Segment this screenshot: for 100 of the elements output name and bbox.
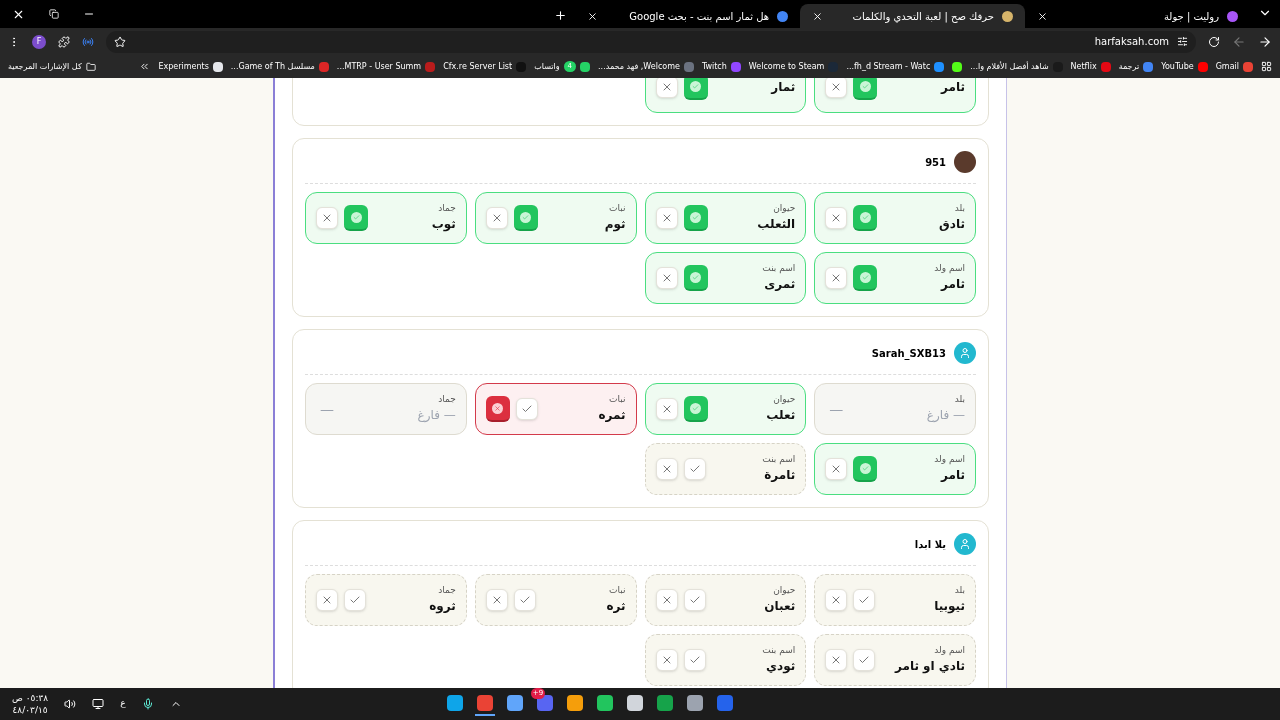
reject-button[interactable] [655, 589, 678, 611]
reject-button[interactable] [655, 267, 678, 289]
bookmark[interactable]: Gmail [1215, 60, 1253, 73]
reject-button[interactable] [485, 207, 508, 229]
answer-text: ثادق [939, 216, 965, 233]
accepted-button[interactable] [344, 205, 368, 231]
close-icon [321, 212, 333, 224]
bookmark[interactable]: شاهد أفضل الأفلام وا... [970, 60, 1063, 73]
tab-title: هل ثمار اسم بنت - بحث Google [628, 9, 769, 24]
empty-dash: — [319, 400, 335, 419]
player-name: Sarah_SXB13 [871, 346, 946, 361]
reject-button[interactable] [825, 78, 848, 98]
accepted-button[interactable] [853, 456, 878, 482]
address-bar[interactable]: harfaksah.com [106, 30, 1196, 53]
accepted-button[interactable] [683, 78, 708, 100]
extension-icon[interactable] [82, 35, 94, 48]
bookmark[interactable]: YouTube [1161, 60, 1208, 73]
accepted-button[interactable] [683, 396, 708, 422]
accepted-button[interactable] [683, 205, 708, 231]
reject-button[interactable] [825, 207, 848, 229]
reject-button[interactable] [316, 207, 338, 229]
bookmark-label: شاهد أفضل الأفلام وا... [970, 60, 1049, 73]
accepted-button[interactable] [683, 265, 708, 291]
bookmark-favicon-icon[interactable] [952, 61, 963, 72]
answer-text: ثامر [941, 467, 965, 484]
check-icon [858, 594, 871, 606]
bookmark[interactable]: Cfx.re Server List [443, 60, 527, 73]
accepted-button[interactable] [853, 205, 878, 231]
bookmark[interactable]: Welcome to Steam [748, 60, 839, 73]
site-settings-icon[interactable] [1177, 36, 1188, 47]
answer-text: ثمره [598, 407, 626, 424]
close-icon[interactable] [812, 10, 823, 22]
reload-icon[interactable] [1208, 35, 1220, 48]
bookmark[interactable]: Experiments [158, 60, 223, 73]
category-label: بلد [954, 202, 965, 214]
reject-button[interactable] [825, 649, 848, 671]
clock-date: ٤٨/٠٣/١٥ [12, 704, 48, 716]
reject-button[interactable] [655, 458, 678, 480]
reject-button[interactable] [655, 207, 678, 229]
user-avatar-icon [954, 533, 976, 555]
language-indicator[interactable]: ع [120, 697, 126, 711]
category-label: اسم بنت [762, 453, 796, 465]
answer-text: ثوب [431, 216, 456, 234]
answer-text: ثامر [941, 79, 965, 96]
bookmark-star-icon[interactable] [114, 35, 126, 48]
all-bookmarks-button[interactable]: كل الإشارات المرجعية [8, 60, 96, 73]
browser-tab[interactable]: هل ثمار اسم بنت - بحث Google [575, 4, 800, 28]
back-icon[interactable] [1258, 34, 1272, 49]
bookmark-label: YouTube [1161, 60, 1194, 73]
bookmark-label: واتساب [534, 60, 560, 73]
answer-text: ثعبان [764, 598, 796, 615]
more-bookmarks-icon[interactable] [139, 61, 151, 72]
reject-button[interactable] [825, 589, 848, 611]
browser-tab[interactable]: حرفك صح | لعبة التحدي والكلمات [800, 4, 1025, 28]
tab-title: حرفك صح | لعبة التحدي والكلمات [851, 9, 994, 24]
bookmark-label: Cfx.re Server List [443, 60, 513, 73]
accepted-button[interactable] [853, 78, 878, 100]
category-label: جماد [438, 393, 456, 405]
new-tab-icon[interactable] [554, 9, 567, 22]
close-icon[interactable] [1037, 10, 1048, 22]
bookmark[interactable]: Twitch [701, 60, 741, 73]
tab-title: روليت | جولة [1162, 9, 1219, 24]
reject-button[interactable] [825, 267, 848, 289]
browser-tab[interactable]: روليت | جولة [1025, 4, 1250, 28]
profile-avatar[interactable]: F [32, 34, 46, 49]
reject-button[interactable] [316, 589, 338, 611]
taskbar-app-icon[interactable] [474, 692, 495, 716]
extensions-icon[interactable] [58, 35, 70, 48]
bookmark[interactable]: Netflix [1070, 60, 1111, 73]
category-label: بلد [954, 584, 965, 596]
answer-text: ثمرى [764, 276, 796, 293]
answer-text: ثامرة [764, 467, 796, 484]
category-label: بلد [954, 393, 965, 405]
accepted-button[interactable] [853, 265, 878, 291]
avatar-photo-placeholder [954, 151, 976, 173]
apps-icon[interactable] [1261, 61, 1272, 72]
bookmark-label: Welcome to Steam [748, 60, 825, 73]
reject-button[interactable] [655, 78, 678, 98]
empty-dash: — [828, 400, 845, 419]
microphone-icon[interactable] [141, 698, 154, 710]
accepted-button[interactable] [513, 205, 538, 231]
volume-icon[interactable] [64, 698, 77, 710]
category-label: نبات [609, 393, 626, 405]
category-label: جماد [438, 584, 456, 596]
restore-icon[interactable] [49, 9, 59, 19]
reject-button[interactable] [825, 458, 848, 480]
answer-text: الثعلب [757, 216, 796, 233]
clock-time: ٠٥:٣٨ ص [12, 692, 49, 704]
close-icon[interactable] [587, 10, 598, 22]
rejected-button[interactable] [485, 396, 510, 422]
category-label: حيوان [773, 584, 796, 596]
reject-button[interactable] [485, 589, 508, 611]
bookmark[interactable]: ترجمة [1118, 60, 1154, 73]
bookmark-label: Experiments [158, 60, 209, 73]
reject-button[interactable] [655, 398, 678, 420]
player-name: يلا ابدا [914, 537, 946, 552]
forward-icon[interactable] [1232, 34, 1246, 49]
bookmark-label: Twitch [701, 60, 727, 73]
folder-icon [85, 61, 96, 72]
reject-button[interactable] [655, 649, 678, 671]
